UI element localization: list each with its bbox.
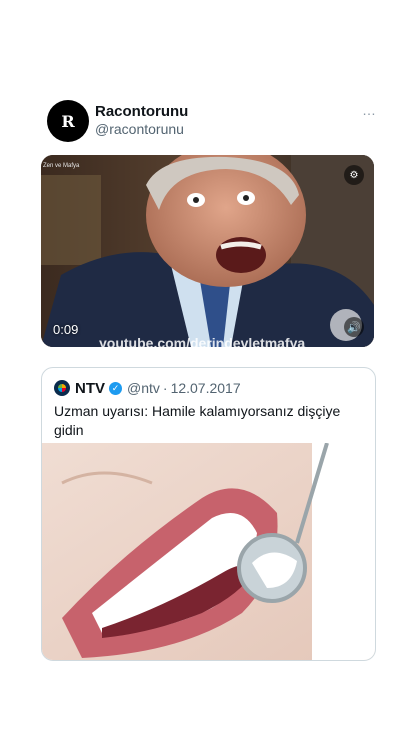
verified-badge-icon: ✓: [109, 381, 122, 395]
quoted-tweet[interactable]: NTV ✓ @ntv · 12.07.2017 Uzman uyarısı: H…: [41, 367, 376, 661]
meta-separator: ·: [162, 380, 168, 396]
video-duration: 0:09: [53, 322, 79, 337]
speaker-icon[interactable]: 🔊: [344, 317, 364, 337]
display-name[interactable]: Racontorunu: [95, 103, 188, 120]
quoted-date[interactable]: 12.07.2017: [171, 380, 241, 396]
gif-badge-icon[interactable]: ⚙: [344, 165, 364, 185]
quoted-handle[interactable]: @ntv: [127, 380, 160, 396]
quoted-display-name[interactable]: NTV: [75, 380, 105, 397]
video-frame: [41, 155, 374, 347]
quoted-tweet-header: NTV ✓ @ntv · 12.07.2017: [54, 378, 241, 398]
tweet-header: R Racontorunu @racontorunu …: [47, 100, 377, 142]
ntv-avatar[interactable]: [54, 380, 70, 396]
handle[interactable]: @racontorunu: [95, 121, 184, 137]
quoted-text-line: Uzman uyarısı: Hamile kalamıyorsanız diş…: [54, 403, 341, 438]
avatar[interactable]: R: [47, 100, 89, 142]
video-player[interactable]: Zen ve Mafya ⚙ 0:09 🔊 youtube.com/derind…: [41, 155, 374, 347]
quoted-tweet-image[interactable]: [42, 443, 375, 660]
channel-tag: Zen ve Mafya: [43, 163, 80, 169]
more-options-icon[interactable]: …: [362, 102, 377, 118]
video-watermark: youtube.com/derindevletmafya: [99, 335, 306, 347]
